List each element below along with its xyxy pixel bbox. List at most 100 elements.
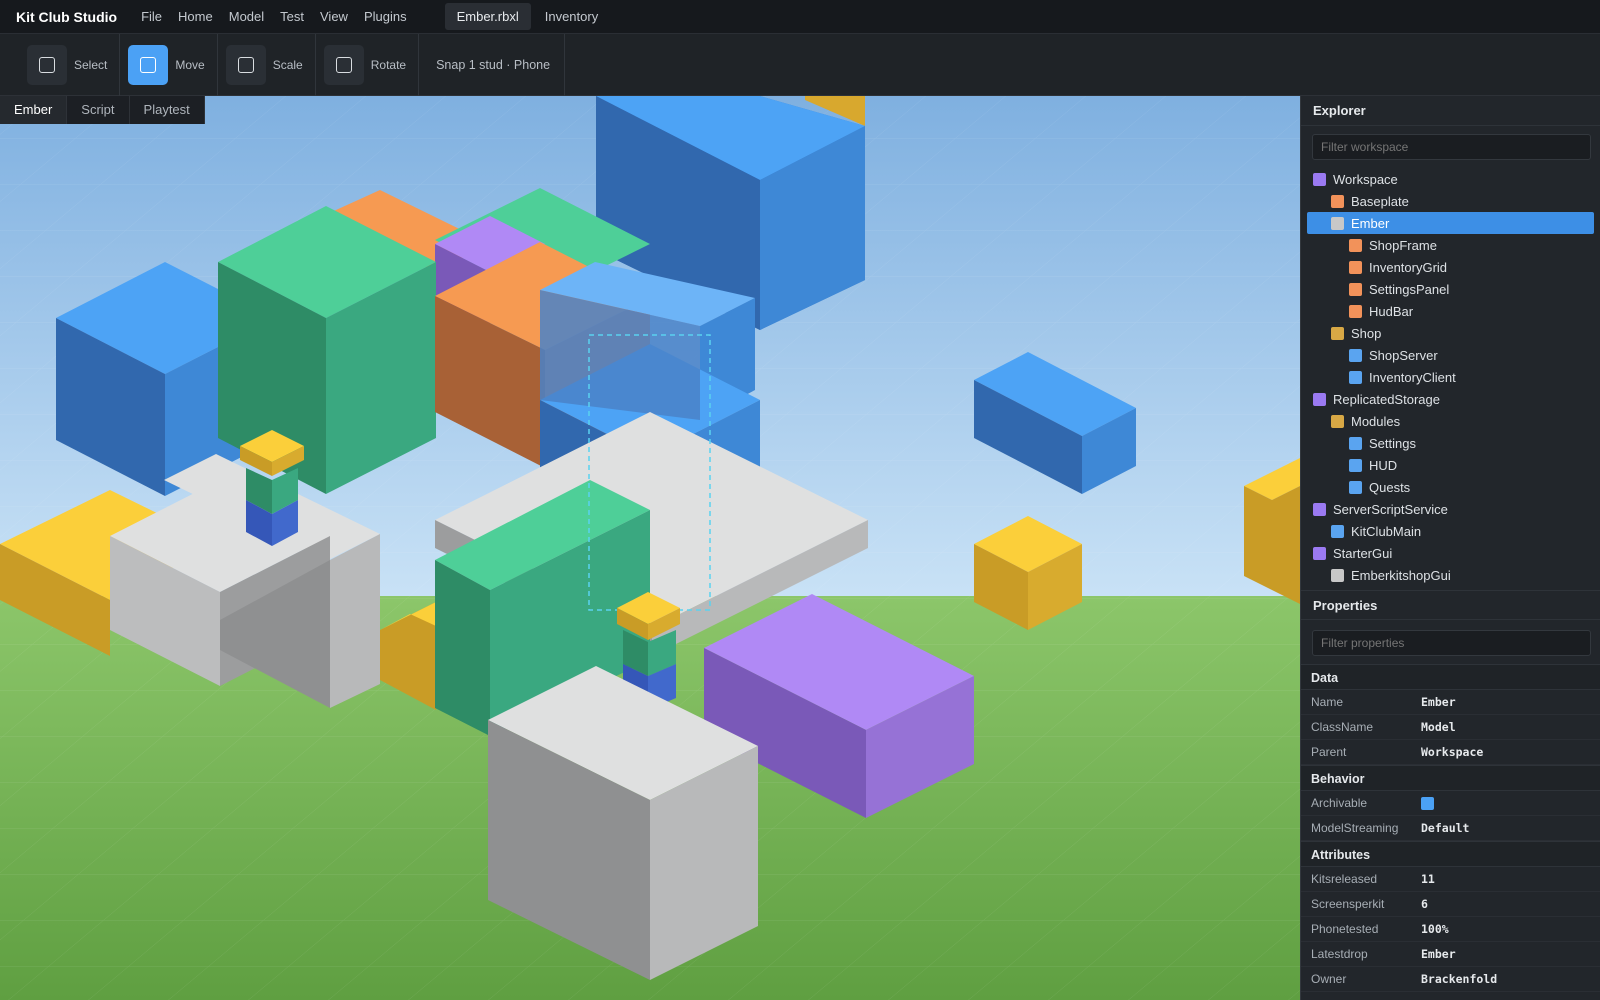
snap-setting[interactable]: Snap 1 stud · Phone — [427, 33, 566, 96]
scene[interactable] — [0, 96, 1300, 1000]
properties-grid: Data Name Ember ClassName Model Parent Workspa… — [1301, 664, 1600, 992]
tree-item-label: ServerScriptService — [1333, 501, 1448, 517]
menu-model[interactable]: Model — [221, 9, 272, 24]
tree-item[interactable]: ServerScriptService — [1301, 498, 1600, 520]
tree-item-label: Shop — [1351, 325, 1382, 341]
property-value[interactable]: Default — [1421, 821, 1469, 835]
property-value[interactable]: 11 — [1421, 872, 1435, 886]
tree-item-label: ReplicatedStorage — [1333, 391, 1440, 407]
explorer-tree: Workspace Baseplate Ember ShopFrame Inventor… — [1301, 168, 1600, 586]
tree-item[interactable]: HUD — [1301, 454, 1600, 476]
instance-icon — [1331, 216, 1344, 230]
tree-item[interactable]: ReplicatedStorage — [1301, 388, 1600, 410]
move-icon — [140, 56, 157, 73]
property-key: Parent — [1311, 745, 1347, 759]
property-key: Owner — [1311, 972, 1347, 986]
property-group-header[interactable]: Data — [1301, 664, 1600, 690]
properties-filter-input[interactable] — [1312, 630, 1591, 656]
tree-item[interactable]: Quests — [1301, 476, 1600, 498]
move-button[interactable] — [128, 44, 169, 85]
instance-icon — [1349, 238, 1362, 252]
instance-icon — [1331, 524, 1344, 538]
instance-icon — [1349, 480, 1362, 494]
tree-item[interactable]: Baseplate — [1301, 190, 1600, 212]
property-row[interactable]: Owner Brackenfold — [1301, 967, 1600, 992]
instance-icon — [1349, 348, 1362, 362]
property-row[interactable]: Screensperkit 6 — [1301, 892, 1600, 917]
tool-move[interactable]: Move — [128, 33, 218, 96]
tool-select[interactable]: Select — [27, 33, 121, 96]
menu-file[interactable]: File — [133, 9, 170, 24]
property-row[interactable]: Name Ember — [1301, 690, 1600, 715]
property-value[interactable]: 6 — [1421, 897, 1428, 911]
instance-icon — [1349, 304, 1362, 318]
tree-item[interactable]: Shop — [1301, 322, 1600, 344]
menu-bar: Kit Club Studio File Home Model Test Vie… — [0, 0, 1600, 34]
tree-item[interactable]: EmberkitshopGui — [1301, 564, 1600, 586]
property-value[interactable]: Workspace — [1421, 745, 1483, 759]
archivable-checkbox[interactable] — [1421, 796, 1434, 810]
tree-item-label: InventoryClient — [1369, 369, 1456, 385]
tree-item[interactable]: HudBar — [1301, 300, 1600, 322]
rotate-button[interactable] — [323, 44, 364, 85]
tree-item[interactable]: SettingsPanel — [1301, 278, 1600, 300]
instance-icon — [1331, 326, 1344, 340]
tree-item[interactable]: Settings — [1301, 432, 1600, 454]
tree-item[interactable]: InventoryClient — [1301, 366, 1600, 388]
tree-item[interactable]: InventoryGrid — [1301, 256, 1600, 278]
tab-script[interactable]: Script — [67, 96, 130, 124]
property-row[interactable]: Parent Workspace — [1301, 740, 1600, 765]
tree-item[interactable]: StarterGui — [1301, 542, 1600, 564]
avatar-left[interactable] — [240, 430, 304, 546]
scale-button[interactable] — [225, 44, 266, 85]
menu-view[interactable]: View — [312, 9, 356, 24]
tab-ember[interactable]: Ember — [0, 96, 68, 124]
viewport-tabs: Ember Script Playtest — [0, 96, 205, 124]
tree-item-label: ShopFrame — [1369, 237, 1437, 253]
property-row[interactable]: Phonetested 100% — [1301, 917, 1600, 942]
tree-item[interactable]: Modules — [1301, 410, 1600, 432]
doc-tab-inventory[interactable]: Inventory — [531, 3, 612, 30]
property-value[interactable]: Ember — [1421, 695, 1456, 709]
property-group-header[interactable]: Attributes — [1301, 841, 1600, 867]
explorer-filter-input[interactable] — [1312, 134, 1591, 160]
property-row[interactable]: ClassName Model — [1301, 715, 1600, 740]
instance-icon — [1349, 458, 1362, 472]
property-value[interactable]: Model — [1421, 720, 1456, 734]
tree-item-label: SettingsPanel — [1369, 281, 1450, 297]
doc-tab-ember[interactable]: Ember.rbxl — [444, 3, 531, 30]
tree-item[interactable]: ShopServer — [1301, 344, 1600, 366]
tree-item-label: EmberkitshopGui — [1351, 567, 1451, 583]
tree-item[interactable]: ShopFrame — [1301, 234, 1600, 256]
instance-icon — [1331, 568, 1344, 582]
tree-item-label: Settings — [1369, 435, 1416, 451]
property-value[interactable]: 100% — [1421, 922, 1449, 936]
menu-test[interactable]: Test — [272, 9, 312, 24]
tree-item-label: Baseplate — [1351, 193, 1409, 209]
instance-icon — [1313, 502, 1326, 516]
menu-plugins[interactable]: Plugins — [356, 9, 415, 24]
viewport-3d[interactable] — [0, 96, 1300, 1000]
tree-item-label: InventoryGrid — [1369, 259, 1448, 275]
property-row[interactable]: Kitsreleased 11 — [1301, 867, 1600, 892]
property-row[interactable]: Latestdrop Ember — [1301, 942, 1600, 967]
rotate-label: Rotate — [370, 57, 407, 72]
tool-scale[interactable]: Scale — [225, 33, 316, 96]
properties-title: Properties — [1301, 590, 1600, 620]
property-value[interactable]: Brackenfold — [1421, 972, 1497, 986]
property-key: Kitsreleased — [1311, 872, 1378, 886]
tree-item[interactable]: KitClubMain — [1301, 520, 1600, 542]
property-value[interactable]: Ember — [1421, 947, 1456, 961]
property-row[interactable]: ModelStreaming Default — [1301, 816, 1600, 841]
tab-playtest[interactable]: Playtest — [130, 96, 205, 124]
property-group-header[interactable]: Behavior — [1301, 765, 1600, 791]
tree-item[interactable]: Workspace — [1301, 168, 1600, 190]
property-row[interactable]: Archivable — [1301, 791, 1600, 816]
menu-home[interactable]: Home — [170, 9, 221, 24]
tool-rotate[interactable]: Rotate — [323, 33, 420, 96]
tree-item[interactable]: Ember — [1307, 212, 1594, 234]
tree-item-label: Ember — [1351, 215, 1390, 231]
instance-icon — [1331, 414, 1344, 428]
select-button[interactable] — [27, 44, 67, 85]
toolbar: Select Move Scale Rotate Snap 1 stud · P… — [0, 33, 1600, 96]
